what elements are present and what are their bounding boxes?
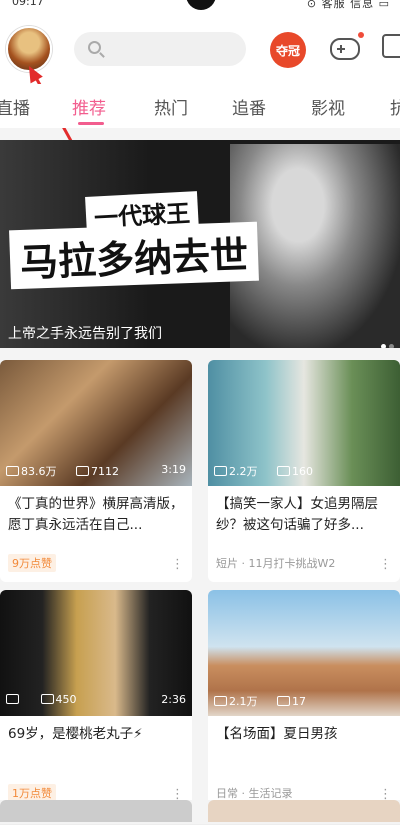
duoguan-badge-button[interactable]: 夺冠 [270,32,306,68]
video-meta: 450 2:36 [6,693,186,706]
video-duration: 2:36 [161,693,186,706]
danmaku-count: 450 [55,693,77,706]
tab-recommend[interactable]: 推荐 [72,94,106,119]
top-header: 夺冠 [0,12,400,84]
video-card[interactable]: 83.6万 7112 3:19 《丁真的世界》横屏高清版，愿丁真永远活在自己..… [0,360,192,582]
tab-movies[interactable]: 影视 [311,94,345,119]
tab-bangumi[interactable]: 追番 [232,94,266,119]
video-title: 《丁真的世界》横屏高清版，愿丁真永远活在自己... [8,496,184,533]
danmaku-icon [277,696,290,706]
view-count: 2.2万 [229,465,258,478]
danmaku-icon [40,694,54,704]
carousel-dots [378,334,394,348]
status-time: 09:17 [12,0,44,8]
like-tag: 9万点赞 [8,554,56,572]
video-card[interactable]: 2.1万 17 【名场面】夏日男孩 日常 · 生活记录 ⋮ [208,590,400,812]
video-subtitle: 短片 · 11月打卡挑战W2 [216,557,336,570]
danmaku-icon [76,466,89,476]
banner-caption: 上帝之手永远告别了我们 [8,326,162,342]
video-meta: 2.2万 160 [214,463,394,479]
camera-notch [186,0,216,10]
tab-hot[interactable]: 热门 [154,94,188,119]
view-count: 2.1万 [229,695,258,708]
more-options-icon[interactable]: ⋮ [171,557,184,572]
danmaku-count: 160 [292,465,313,478]
active-tab-indicator [78,122,104,125]
status-icons: ⊙ 客服 信息 ▭ [306,0,390,10]
danmaku-count: 7112 [91,465,119,478]
video-duration: 3:19 [161,463,186,476]
play-count-icon [6,466,19,476]
bottom-navigation[interactable] [0,824,400,835]
tab-partial[interactable]: 抗 [390,94,400,119]
more-options-icon[interactable]: ⋮ [379,557,392,572]
video-title: 【名场面】夏日男孩 [216,726,338,742]
danmaku-icon [277,466,290,476]
next-card-right[interactable] [208,800,400,822]
view-count: 83.6万 [21,465,57,478]
video-title: 69岁，是樱桃老丸子⚡ [8,726,143,742]
feature-banner[interactable]: 一代球王 马拉多纳去世 上帝之手永远告别了我们 [0,140,400,348]
video-meta: 83.6万 7112 3:19 [6,463,186,479]
video-subtitle: 日常 · 生活记录 [216,787,293,800]
banner-headline-main: 马拉多纳去世 [9,221,259,290]
video-meta: 2.1万 17 [214,693,394,709]
status-bar: 09:17 ⊙ 客服 信息 ▭ [0,0,400,12]
notification-dot [358,32,364,38]
search-box[interactable] [74,32,246,66]
danmaku-count: 17 [292,695,306,708]
video-card[interactable]: 450 2:36 69岁，是樱桃老丸子⚡ 1万点赞 ⋮ [0,590,192,812]
game-controller-icon[interactable] [330,32,364,60]
video-card[interactable]: 2.2万 160 【搞笑一家人】女追男隔层纱？被这句话骗了好多... 短片 · … [208,360,400,582]
message-icon[interactable] [382,34,400,58]
video-title: 【搞笑一家人】女追男隔层纱？被这句话骗了好多... [216,496,378,533]
search-icon [88,41,101,54]
next-card-left[interactable] [0,800,192,822]
play-count-icon [214,466,227,476]
tab-live[interactable]: 直播 [0,94,30,119]
channel-tabs: 直播 推荐 热门 追番 影视 抗 [0,84,400,128]
play-count-icon [214,696,227,706]
play-count-icon [6,694,19,704]
